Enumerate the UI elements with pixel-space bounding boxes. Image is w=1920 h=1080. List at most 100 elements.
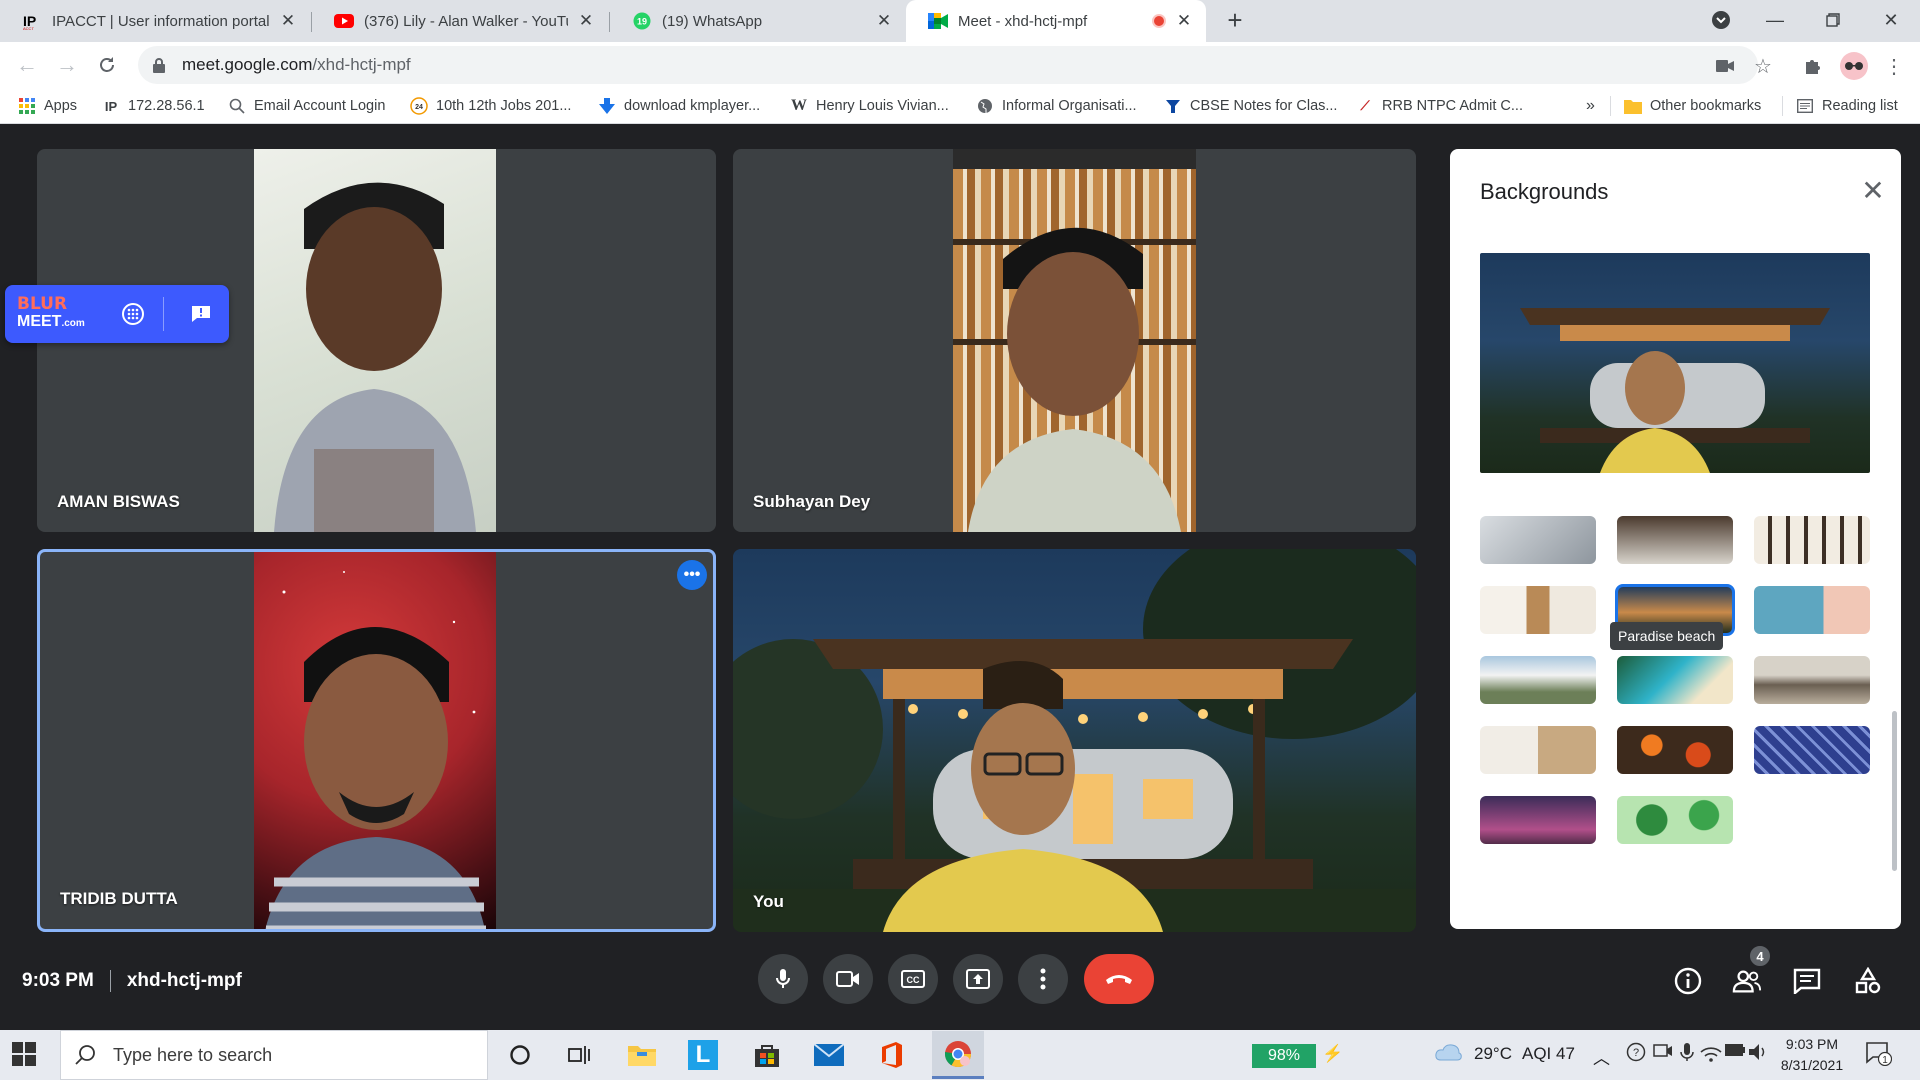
- background-thumb-2[interactable]: [1617, 516, 1733, 564]
- background-thumb-13[interactable]: [1480, 796, 1596, 844]
- lock-icon: [153, 58, 165, 73]
- url-host: meet.google.com: [182, 55, 313, 74]
- self-view-tile[interactable]: You: [733, 549, 1416, 932]
- new-tab-button[interactable]: +: [1222, 7, 1248, 34]
- taskbar-search-box[interactable]: Type here to search: [60, 1030, 488, 1080]
- address-bar[interactable]: meet.google.com/xhd-hctj-mpf: [138, 46, 1758, 84]
- notifications-button[interactable]: 1: [1866, 1042, 1893, 1071]
- tab-title: (376) Lily - Alan Walker - YouTube: [364, 12, 568, 30]
- reload-button[interactable]: [92, 50, 122, 80]
- leave-call-button[interactable]: [1084, 954, 1154, 1004]
- profile-avatar[interactable]: [1840, 52, 1868, 80]
- participant-tile[interactable]: Subhayan Dey: [733, 149, 1416, 532]
- windows-start-button[interactable]: [12, 1042, 38, 1068]
- bookmark-email-login[interactable]: Email Account Login: [228, 94, 385, 118]
- back-button[interactable]: ←: [12, 50, 42, 80]
- bookmarks-overflow[interactable]: »: [1586, 94, 1595, 118]
- blur-toggle-icon[interactable]: [121, 302, 145, 326]
- extensions-icon[interactable]: [1801, 54, 1825, 78]
- bookmark-ip[interactable]: IP 172.28.56.1: [102, 94, 205, 118]
- present-screen-button[interactable]: [953, 954, 1003, 1004]
- background-thumb-4[interactable]: [1480, 586, 1596, 634]
- background-thumb-10[interactable]: [1480, 726, 1596, 774]
- activities-button[interactable]: [1853, 966, 1883, 996]
- microphone-in-use-icon[interactable]: [1680, 1042, 1694, 1067]
- notification-count: 1: [1882, 1055, 1888, 1066]
- tab-whatsapp[interactable]: 19 (19) WhatsApp ✕: [610, 0, 906, 42]
- help-circle-icon[interactable]: ?: [1626, 1042, 1646, 1067]
- battery-icon[interactable]: [1724, 1042, 1746, 1062]
- chat-button[interactable]: [1792, 966, 1822, 996]
- webcam-in-use-icon[interactable]: [1653, 1042, 1673, 1065]
- tab-youtube[interactable]: (376) Lily - Alan Walker - YouTube ✕: [312, 0, 608, 42]
- folder-icon: [1624, 97, 1642, 115]
- show-hidden-icons-chevron-up-icon[interactable]: ︿: [1593, 1044, 1610, 1069]
- bookmark-label: Apps: [44, 98, 78, 114]
- mail-button[interactable]: [812, 1038, 846, 1072]
- background-thumb-9[interactable]: [1754, 656, 1870, 704]
- tab-search-button[interactable]: [1698, 0, 1744, 40]
- panel-scrollbar[interactable]: [1892, 711, 1897, 871]
- volume-icon[interactable]: [1748, 1042, 1770, 1067]
- reading-list[interactable]: Reading list: [1796, 94, 1898, 118]
- microsoft-store-button[interactable]: [750, 1038, 784, 1072]
- wifi-icon[interactable]: [1700, 1042, 1722, 1067]
- feedback-icon[interactable]: [190, 304, 212, 324]
- glasses-icon: [1845, 62, 1863, 70]
- blur-meet-extension-widget[interactable]: BLUR MEET.com: [5, 285, 229, 343]
- microphone-button[interactable]: [758, 954, 808, 1004]
- air-quality-index[interactable]: AQI 47: [1522, 1044, 1575, 1064]
- close-window-button[interactable]: ✕: [1868, 0, 1914, 40]
- participant-tile-active[interactable]: ••• TRIDIB DUTTA: [37, 549, 716, 932]
- chrome-taskbar-button[interactable]: [932, 1031, 984, 1079]
- more-options-button[interactable]: •••: [677, 560, 707, 590]
- bookmark-henry[interactable]: W Henry Louis Vivian...: [790, 94, 949, 118]
- background-thumb-7[interactable]: [1480, 656, 1596, 704]
- bookmark-star-icon[interactable]: ☆: [1751, 54, 1775, 78]
- background-thumb-12[interactable]: [1754, 726, 1870, 774]
- background-thumb-6[interactable]: [1754, 586, 1870, 634]
- people-button[interactable]: [1732, 966, 1762, 996]
- close-tab-icon[interactable]: ✕: [1174, 11, 1194, 31]
- camera-in-use-icon[interactable]: [1713, 54, 1737, 78]
- bookmark-rrb[interactable]: ⟋ RRB NTPC Admit C...: [1356, 94, 1523, 118]
- cortana-button[interactable]: [503, 1038, 537, 1072]
- bookmark-jobs[interactable]: 24 10th 12th Jobs 201...: [410, 94, 571, 118]
- restore-button[interactable]: [1810, 0, 1856, 40]
- forward-button[interactable]: →: [52, 50, 82, 80]
- trailer-background-scene: [733, 549, 1416, 932]
- close-tab-icon[interactable]: ✕: [278, 11, 298, 31]
- bookmark-divider: [1610, 96, 1611, 116]
- background-thumb-11[interactable]: [1617, 726, 1733, 774]
- tab-meet[interactable]: Meet - xhd-hctj-mpf ✕: [906, 0, 1206, 42]
- file-explorer-button[interactable]: [625, 1038, 659, 1072]
- battery-indicator[interactable]: 98%: [1252, 1044, 1316, 1068]
- background-thumb-3[interactable]: [1754, 516, 1870, 564]
- bookmark-informal[interactable]: Informal Organisati...: [976, 94, 1137, 118]
- captions-button[interactable]: CC: [888, 954, 938, 1004]
- tab-ipacct[interactable]: IP ACCT IPACCT | User information portal …: [0, 0, 310, 42]
- camera-button[interactable]: [823, 954, 873, 1004]
- browser-menu-icon[interactable]: ⋮: [1882, 54, 1906, 78]
- background-thumb-1[interactable]: [1480, 516, 1596, 564]
- close-panel-button[interactable]: ✕: [1858, 177, 1888, 207]
- weather-temperature[interactable]: 29°C: [1474, 1044, 1512, 1064]
- l-app-button[interactable]: L: [688, 1040, 718, 1070]
- bookmark-apps[interactable]: Apps: [18, 94, 77, 118]
- background-thumb-paradise-beach[interactable]: [1617, 656, 1733, 704]
- other-bookmarks[interactable]: Other bookmarks: [1624, 94, 1761, 118]
- system-clock[interactable]: 9:03 PM 8/31/2021: [1776, 1034, 1848, 1076]
- close-tab-icon[interactable]: ✕: [576, 11, 596, 31]
- close-tab-icon[interactable]: ✕: [874, 11, 894, 31]
- reading-list-icon: [1796, 97, 1814, 115]
- office-button[interactable]: [875, 1038, 909, 1072]
- more-options-menu-button[interactable]: [1018, 954, 1068, 1004]
- task-view-button[interactable]: [563, 1038, 597, 1072]
- bookmark-kmplayer[interactable]: download kmplayer...: [598, 94, 760, 118]
- minimize-button[interactable]: —: [1752, 0, 1798, 40]
- meeting-details-button[interactable]: [1673, 966, 1703, 996]
- background-thumb-14[interactable]: [1617, 796, 1733, 844]
- participant-video: [254, 552, 496, 929]
- l-app-icon: L: [695, 1041, 711, 1068]
- bookmark-cbse[interactable]: CBSE Notes for Clas...: [1164, 94, 1337, 118]
